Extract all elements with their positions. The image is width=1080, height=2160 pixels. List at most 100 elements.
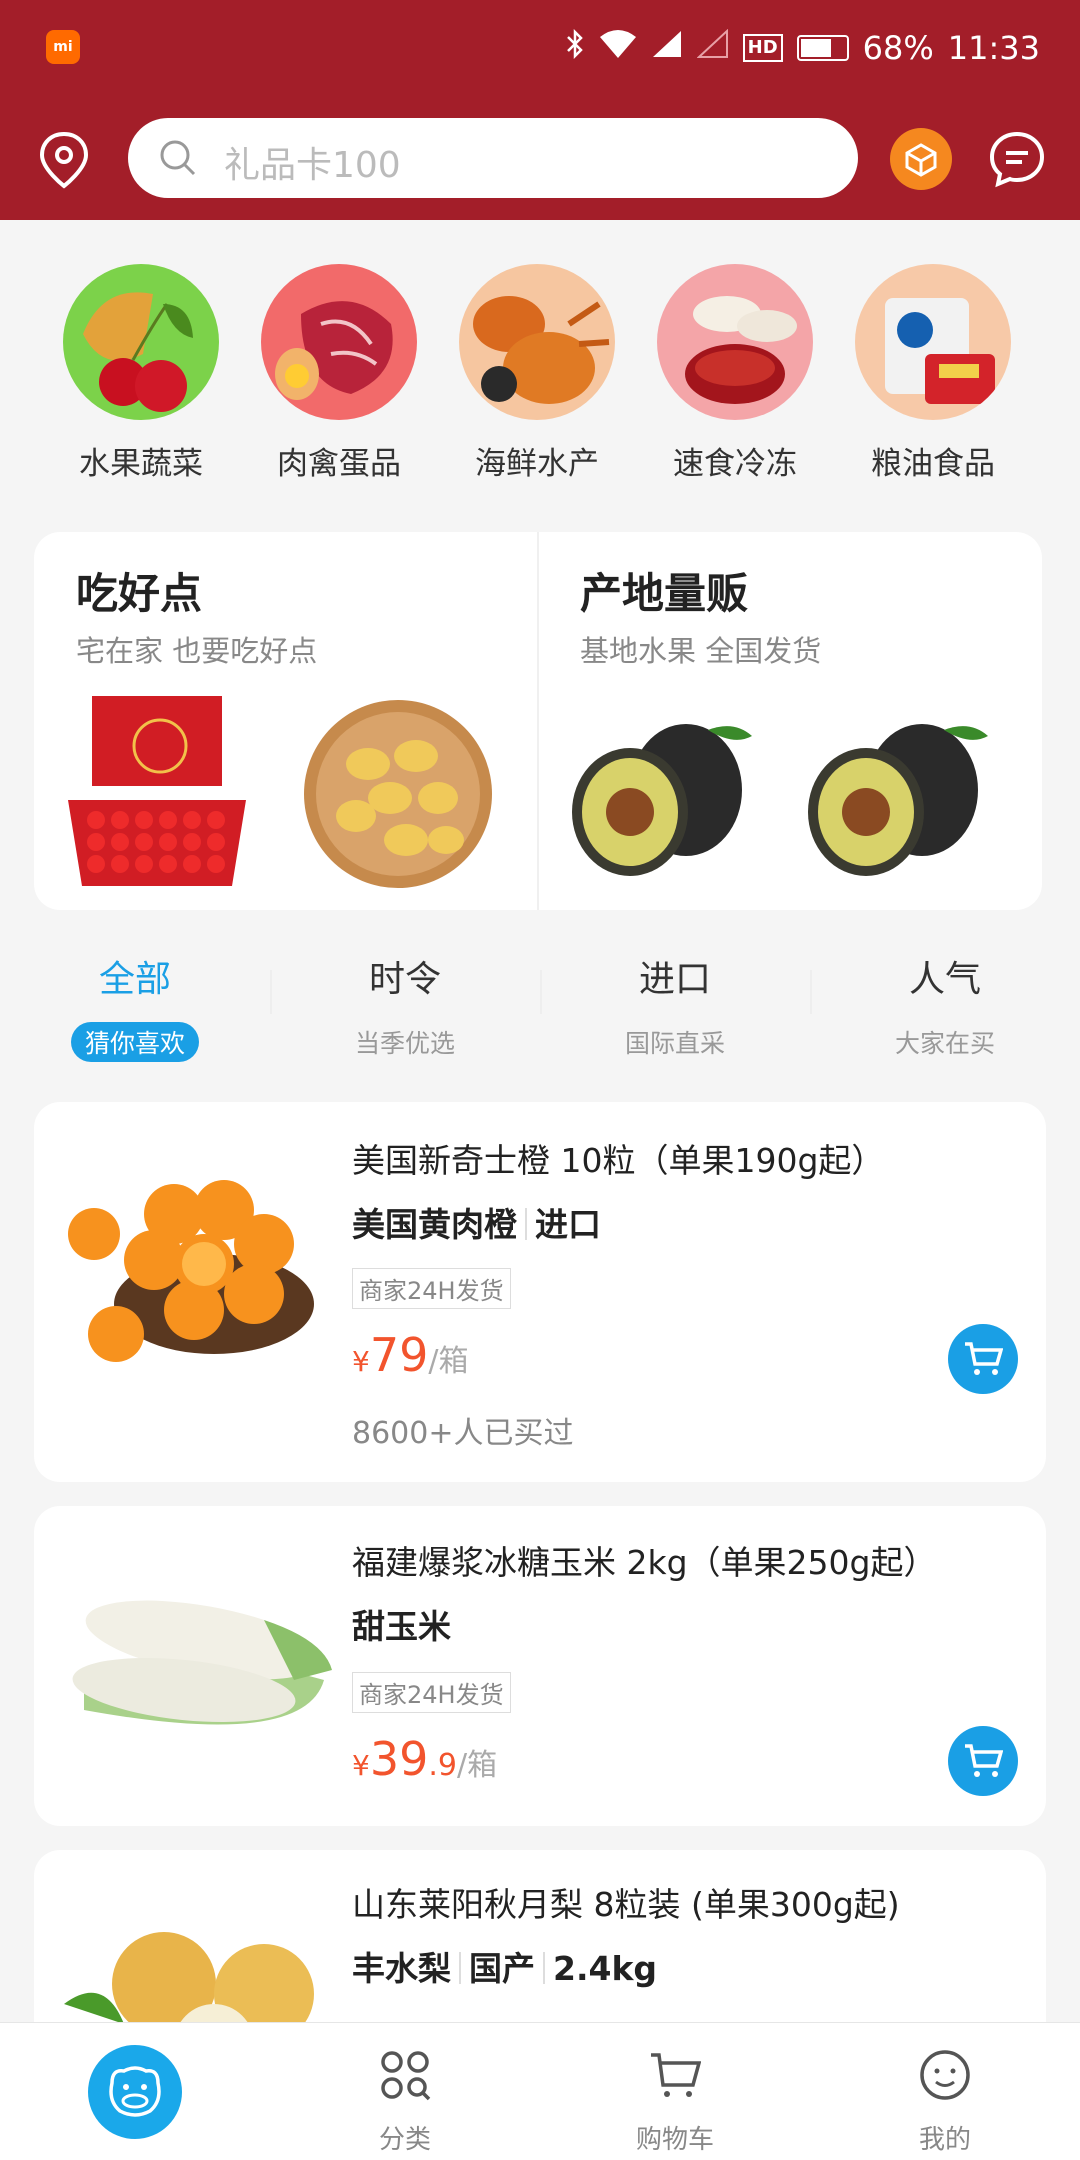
nav-home[interactable] <box>0 2023 270 2160</box>
nav-category[interactable]: 分类 <box>270 2023 540 2160</box>
cart-icon <box>651 2053 701 2097</box>
promo-title: 产地量贩 <box>580 569 749 618</box>
tab-title: 时令 <box>368 959 441 1000</box>
tag-divider <box>525 1208 527 1240</box>
battery-icon <box>796 35 849 61</box>
grain-oil-image <box>855 264 1011 420</box>
gift-box-icon[interactable] <box>890 128 952 190</box>
bluetooth-icon <box>565 28 585 67</box>
tab-imported[interactable]: 进口 国际直采 <box>540 944 810 1062</box>
search-bar[interactable]: 礼品卡100 <box>128 118 858 198</box>
promo-subtitle: 宅在家 也要吃好点 <box>76 634 318 668</box>
tab-popular[interactable]: 人气 大家在买 <box>810 944 1080 1062</box>
message-icon[interactable] <box>988 130 1046 188</box>
cart-icon <box>965 1342 1003 1375</box>
search-icon <box>160 140 196 176</box>
promo-eat-well[interactable]: 吃好点 宅在家 也要吃好点 <box>34 532 538 910</box>
nav-profile[interactable]: 我的 <box>810 2023 1080 2160</box>
avocado-image <box>572 724 752 876</box>
cart-icon <box>965 1744 1003 1777</box>
product-name: 美国新奇士橙 10粒（单果190g起） <box>352 1141 885 1180</box>
product-tag: 美国黄肉橙 <box>352 1205 517 1244</box>
avocado-image <box>808 724 988 876</box>
promo-card: 吃好点 宅在家 也要吃好点 产地量贩 基地水果 全国发货 <box>34 532 1042 910</box>
price-decimal: .9 <box>428 1748 457 1783</box>
product-card[interactable]: 福建爆浆冰糖玉米 2kg（单果250g起） 甜玉米 商家24H发货 ¥39.9/… <box>34 1506 1046 1826</box>
product-tags: 丰水梨 国产 2.4kg <box>352 1942 657 1990</box>
tab-title: 进口 <box>638 959 711 1000</box>
product-tag: 甜玉米 <box>352 1607 451 1646</box>
category-grain-oil[interactable]: 粮油食品 <box>848 264 1018 483</box>
category-frozen[interactable]: 速食冷冻 <box>650 264 820 483</box>
strawberry-box-image <box>68 696 246 886</box>
hd-badge: HD <box>742 34 783 62</box>
price-unit: /箱 <box>428 1344 469 1379</box>
frozen-image <box>657 264 813 420</box>
product-tag: 丰水梨 <box>352 1949 451 1988</box>
product-price: ¥39.9/箱 <box>352 1732 497 1786</box>
product-name: 山东莱阳秋月梨 8粒装 (单果300g起) <box>352 1885 900 1924</box>
tag-divider <box>543 1952 545 1984</box>
category-row: 水果蔬菜 肉禽蛋品 海鲜水产 速食冷冻 粮油食品 <box>0 220 1080 510</box>
tab-subtitle: 国际直采 <box>624 1029 725 1058</box>
smiley-profile-icon <box>920 2050 970 2100</box>
promo-origin-sale[interactable]: 产地量贩 基地水果 全国发货 <box>538 532 1042 910</box>
search-placeholder: 礼品卡100 <box>224 145 401 186</box>
add-to-cart-button[interactable] <box>948 1324 1018 1394</box>
signal-icon <box>651 29 683 67</box>
price-unit: /箱 <box>457 1748 498 1783</box>
shipping-badge: 商家24H发货 <box>352 1672 511 1713</box>
status-icons: HD 68% 11:33 <box>565 26 1040 70</box>
category-label: 速食冷冻 <box>673 446 797 482</box>
category-fruit-veg[interactable]: 水果蔬菜 <box>56 264 226 483</box>
tab-subtitle: 当季优选 <box>354 1029 455 1058</box>
product-tag: 2.4kg <box>553 1949 658 1988</box>
header: mi HD 68% 11:33 礼品卡100 <box>0 0 1080 220</box>
price-currency: ¥ <box>352 1345 370 1378</box>
tab-subtitle: 大家在买 <box>894 1029 995 1058</box>
bottom-nav: 分类 购物车 我的 <box>0 2022 1080 2160</box>
fruit-veg-image <box>63 264 219 420</box>
shipping-badge: 商家24H发货 <box>352 1268 511 1309</box>
product-card[interactable]: 美国新奇士橙 10粒（单果190g起） 美国黄肉橙 进口 商家24H发货 ¥79/… <box>34 1102 1046 1482</box>
price-integer: 79 <box>369 1328 429 1382</box>
clock: 11:33 <box>947 29 1040 67</box>
tab-all[interactable]: 全部 猜你喜欢 <box>0 944 270 1062</box>
nav-cart[interactable]: 购物车 <box>540 2023 810 2160</box>
location-pin-icon[interactable] <box>36 130 92 190</box>
category-label: 肉禽蛋品 <box>277 446 401 482</box>
signal-empty-icon <box>696 28 729 67</box>
price-currency: ¥ <box>352 1749 370 1782</box>
nav-label: 分类 <box>378 2125 431 2155</box>
product-tag: 进口 <box>535 1205 601 1244</box>
product-tags: 美国黄肉橙 进口 <box>352 1198 601 1246</box>
corn-image <box>72 1600 332 1725</box>
category-meat-egg[interactable]: 肉禽蛋品 <box>254 264 424 483</box>
nav-label: 购物车 <box>635 2125 714 2155</box>
seafood-image <box>459 264 615 420</box>
tab-seasonal[interactable]: 时令 当季优选 <box>270 944 540 1062</box>
product-price: ¥79/箱 <box>352 1328 468 1382</box>
promo-title: 吃好点 <box>76 569 203 618</box>
status-bar: mi HD 68% 11:33 <box>0 0 1080 96</box>
category-seafood[interactable]: 海鲜水产 <box>452 264 622 483</box>
product-tag: 国产 <box>469 1949 535 1988</box>
add-to-cart-button[interactable] <box>948 1726 1018 1796</box>
hippo-home-icon <box>88 2045 182 2139</box>
product-tags: 甜玉米 <box>352 1600 451 1648</box>
price-integer: 39 <box>369 1732 429 1786</box>
filter-tabs: 全部 猜你喜欢 时令 当季优选 进口 国际直采 人气 大家在买 <box>0 944 1080 1084</box>
nav-label: 我的 <box>918 2125 971 2155</box>
orange-image <box>68 1180 314 1362</box>
category-label: 海鲜水产 <box>475 446 599 482</box>
sold-count: 8600+人已买过 <box>352 1416 574 1451</box>
product-name: 福建爆浆冰糖玉米 2kg（单果250g起） <box>352 1543 937 1582</box>
tag-divider <box>459 1952 461 1984</box>
battery-percent: 68% <box>862 29 934 67</box>
mi-app-icon: mi <box>46 30 80 64</box>
chips-plate-image <box>304 700 492 888</box>
category-grid-icon <box>381 2051 431 2101</box>
tab-title: 全部 <box>98 959 171 1000</box>
category-label: 水果蔬菜 <box>79 446 203 482</box>
app-screen: mi HD 68% 11:33 礼品卡100 水果蔬菜 肉禽蛋品 海鲜水产 速食… <box>0 0 1080 2160</box>
